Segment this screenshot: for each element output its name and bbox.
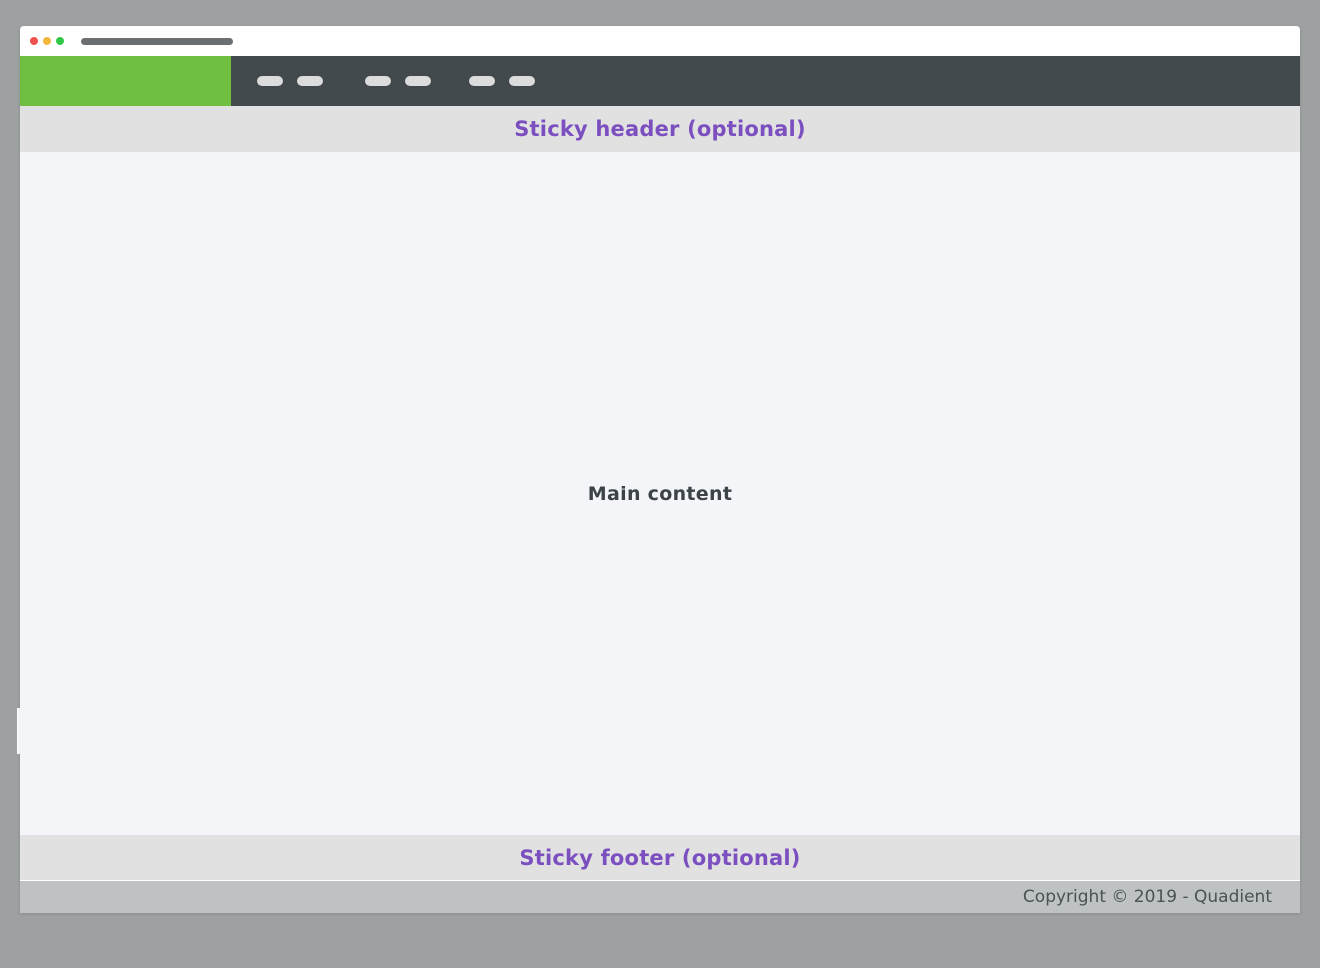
top-navbar [20,56,1300,106]
minimize-dot-icon[interactable] [43,37,51,45]
main-content-label: Main content [587,482,733,505]
copyright-bar: Copyright © 2019 - Quadient [20,881,1300,913]
nav-item-placeholder[interactable] [405,76,431,86]
nav-item-placeholder[interactable] [469,76,495,86]
main-content-area: Main content [20,152,1300,835]
maximize-dot-icon[interactable] [56,37,64,45]
address-bar[interactable] [81,38,233,45]
browser-window: Sticky header (optional) Main content St… [20,26,1300,913]
sticky-header: Sticky header (optional) [20,106,1300,152]
logo[interactable] [20,56,231,106]
sticky-footer: Sticky footer (optional) [20,835,1300,880]
nav-item-placeholder[interactable] [257,76,283,86]
sticky-header-label: Sticky header (optional) [514,117,806,141]
close-dot-icon[interactable] [30,37,38,45]
nav-item-placeholder[interactable] [509,76,535,86]
copyright-text: Copyright © 2019 - Quadient [1022,887,1272,907]
sticky-footer-label: Sticky footer (optional) [519,845,801,870]
nav-item-placeholder[interactable] [365,76,391,86]
browser-titlebar [20,26,1300,56]
nav-item-placeholder[interactable] [297,76,323,86]
